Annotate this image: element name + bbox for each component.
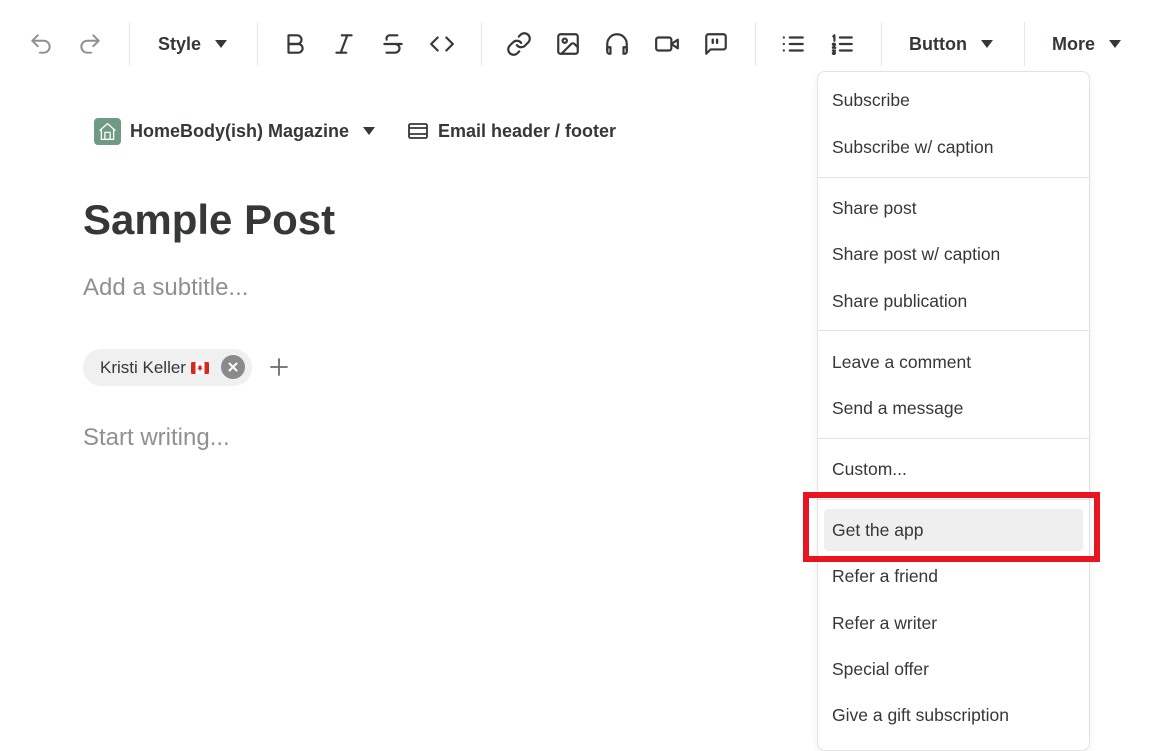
video-icon[interactable] — [649, 26, 685, 62]
audio-icon[interactable] — [599, 26, 635, 62]
menu-divider — [818, 499, 1089, 500]
post-title[interactable]: Sample Post — [83, 196, 335, 244]
menu-divider — [818, 330, 1089, 331]
canada-flag-icon — [190, 361, 209, 374]
caret-down-icon — [363, 127, 376, 135]
button-dropdown-label: Button — [909, 33, 967, 54]
menu-item-share-publication[interactable]: Share publication — [824, 280, 1083, 322]
button-dropdown[interactable]: Button — [909, 30, 993, 58]
menu-item-subscribe[interactable]: Subscribe — [824, 79, 1083, 121]
undo-icon[interactable] — [23, 26, 59, 62]
menu-item-special-offer[interactable]: Special offer — [824, 648, 1083, 690]
bullet-list-icon[interactable] — [775, 26, 811, 62]
toolbar-divider — [129, 22, 130, 66]
image-icon[interactable] — [550, 26, 586, 62]
author-chip[interactable]: Kristi Keller — [83, 349, 252, 386]
menu-item-refer-friend[interactable]: Refer a friend — [824, 555, 1083, 597]
menu-item-get-app[interactable]: Get the app — [824, 509, 1083, 551]
link-icon[interactable] — [501, 26, 537, 62]
toolbar-divider — [1024, 22, 1025, 66]
code-icon[interactable] — [424, 26, 460, 62]
menu-item-gift-subscription[interactable]: Give a gift subscription — [824, 694, 1083, 736]
menu-divider — [818, 177, 1089, 178]
menu-item-subscribe-caption[interactable]: Subscribe w/ caption — [824, 126, 1083, 168]
menu-item-leave-comment[interactable]: Leave a comment — [824, 341, 1083, 383]
toolbar-divider — [755, 22, 756, 66]
menu-item-send-message[interactable]: Send a message — [824, 387, 1083, 429]
house-logo-icon — [94, 117, 121, 145]
menu-divider — [818, 438, 1089, 439]
email-header-footer-button[interactable]: Email header / footer — [408, 116, 616, 146]
publication-selector[interactable]: HomeBody(ish) Magazine — [94, 116, 376, 146]
numbered-list-icon[interactable] — [824, 26, 860, 62]
style-dropdown-label: Style — [158, 33, 202, 54]
toolbar-divider — [881, 22, 882, 66]
email-template-icon — [408, 123, 428, 139]
bold-icon[interactable] — [277, 26, 313, 62]
remove-author-icon[interactable] — [221, 355, 245, 379]
quote-icon[interactable] — [698, 26, 734, 62]
toolbar-divider — [257, 22, 258, 66]
strikethrough-icon[interactable] — [375, 26, 411, 62]
caret-down-icon — [980, 40, 993, 48]
add-author-icon[interactable] — [268, 356, 290, 378]
menu-item-share-post[interactable]: Share post — [824, 187, 1083, 229]
caret-down-icon — [215, 40, 228, 48]
more-dropdown-menu: Subscribe Subscribe w/ caption Share pos… — [817, 71, 1090, 751]
caret-down-icon — [1109, 40, 1122, 48]
subtitle-input[interactable]: Add a subtitle... — [83, 274, 248, 302]
menu-item-custom[interactable]: Custom... — [824, 448, 1083, 490]
body-editor[interactable]: Start writing... — [83, 424, 230, 452]
more-dropdown-label: More — [1052, 33, 1096, 54]
italic-icon[interactable] — [326, 26, 362, 62]
style-dropdown[interactable]: Style — [158, 30, 228, 58]
more-dropdown[interactable]: More — [1052, 30, 1122, 58]
author-name: Kristi Keller — [100, 357, 186, 377]
publication-name: HomeBody(ish) Magazine — [130, 120, 350, 141]
menu-item-share-post-caption[interactable]: Share post w/ caption — [824, 233, 1083, 275]
email-header-footer-label: Email header / footer — [438, 120, 617, 141]
menu-item-refer-writer[interactable]: Refer a writer — [824, 602, 1083, 644]
redo-icon[interactable] — [72, 26, 108, 62]
toolbar-divider — [481, 22, 482, 66]
